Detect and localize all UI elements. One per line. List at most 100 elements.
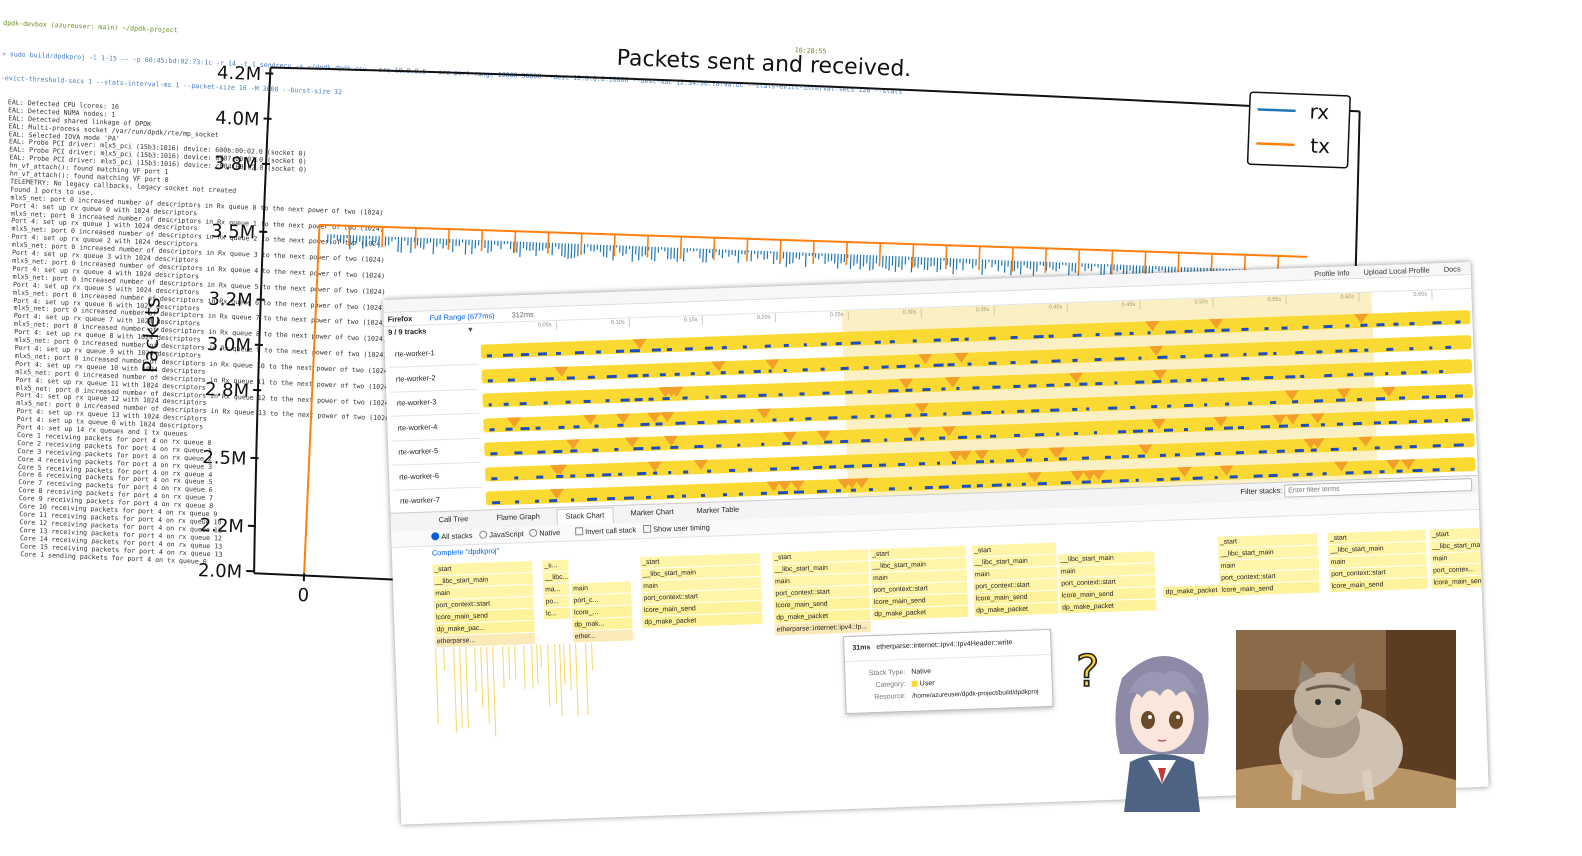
sample-mark [991, 483, 1002, 487]
sample-mark [1450, 467, 1455, 471]
stack-frame[interactable]: ma... [543, 583, 570, 596]
stack-frame[interactable]: _s... [542, 559, 569, 572]
tab-marker-table[interactable]: Marker Table [688, 504, 747, 515]
rx-data-mark [612, 245, 615, 261]
sample-mark [761, 491, 767, 495]
track-count-button[interactable]: 9 / 9 tracks ▼ [388, 325, 476, 340]
sample-mark [648, 397, 654, 401]
stack-frame[interactable]: lcore_main_send [1431, 575, 1489, 589]
firefox-logo[interactable]: Firefox [388, 314, 413, 324]
y-tick-label: 2.2M [199, 515, 244, 538]
sample-mark [1420, 370, 1428, 374]
tab-flame-graph[interactable]: Flame Graph [489, 511, 548, 523]
sample-mark [739, 369, 745, 374]
stack-sample-spike [584, 643, 589, 715]
cpu-dip-mark [583, 414, 598, 425]
sample-mark [720, 370, 726, 374]
sample-mark [802, 441, 808, 445]
cpu-dip-mark [790, 480, 806, 491]
stack-sample-spike [464, 647, 469, 729]
tab-call-tree[interactable]: Call Tree [431, 514, 477, 525]
show-user-timing-checkbox[interactable]: Show user timing [643, 523, 710, 534]
all-stacks-radio[interactable]: All stacks [431, 531, 473, 541]
stack-frame[interactable]: dp_make_packet [1059, 599, 1157, 614]
selection-crumb[interactable]: 312ms [511, 310, 533, 320]
sample-mark [1160, 453, 1167, 457]
stack-sample-spike [443, 648, 446, 670]
stack-frame[interactable]: lc... [543, 607, 571, 620]
stack-frame[interactable]: etherparse::internet::ipv4::Ip... [774, 621, 871, 636]
stack-frame[interactable]: _start [1429, 527, 1488, 541]
tx-data-mark [978, 246, 981, 271]
native-radio[interactable]: Native [529, 528, 560, 538]
stack-frame[interactable]: lcore_main_send [1329, 577, 1428, 593]
sample-mark [803, 343, 807, 347]
sample-mark [778, 393, 783, 397]
sample-mark [487, 378, 493, 382]
stack-frame[interactable]: lcore_main_send [1219, 581, 1320, 596]
sample-mark [536, 475, 544, 479]
sample-mark [884, 413, 891, 418]
javascript-radio[interactable]: JavaScript [479, 529, 524, 540]
stack-sample-spike [547, 644, 551, 707]
stack-frame[interactable]: dp_make_packet [872, 605, 969, 621]
rx-data-mark [638, 246, 640, 261]
sample-mark [684, 347, 694, 351]
sample-mark [490, 452, 498, 456]
sample-mark [1409, 322, 1415, 326]
sample-mark [1375, 396, 1386, 400]
rx-data-mark [737, 250, 740, 264]
upload-profile-button[interactable]: Upload Local Profile [1363, 265, 1429, 276]
cpu-dip-mark [1138, 443, 1153, 455]
stack-frame[interactable]: __libc_start_main [1430, 539, 1489, 553]
docs-link[interactable]: Docs [1444, 264, 1461, 274]
stack-sample-spike [513, 645, 516, 680]
stack-frame[interactable]: __libc... [542, 571, 569, 584]
stack-frame[interactable]: dp_mak... [572, 617, 633, 631]
sample-mark [1330, 447, 1339, 451]
profile-info-button[interactable]: Profile Info [1314, 268, 1350, 278]
stack-frame[interactable]: etherparse... [434, 632, 536, 648]
sample-mark [617, 423, 624, 427]
sample-mark [967, 361, 972, 366]
sample-mark [1170, 379, 1178, 383]
sample-mark [566, 375, 576, 380]
stack-frame[interactable]: dp_make_packet [974, 602, 1059, 617]
stack-frame[interactable]: main [1430, 551, 1489, 565]
stack-frame[interactable]: ether... [572, 629, 634, 643]
sample-mark [537, 450, 546, 454]
sample-mark [783, 343, 789, 348]
sample-mark [772, 417, 777, 421]
sample-mark [1258, 449, 1267, 454]
sample-mark [723, 493, 728, 497]
stack-frame[interactable]: lcore_... [571, 605, 633, 619]
tab-marker-chart[interactable]: Marker Chart [622, 507, 681, 518]
stack-frame[interactable]: dp_make_packet [1163, 584, 1228, 598]
sample-mark [682, 396, 689, 400]
rx-data-mark [519, 241, 522, 258]
sample-mark [862, 463, 872, 467]
sample-mark [1221, 328, 1231, 332]
cpu-dip-mark [1285, 389, 1300, 401]
track-timeline[interactable]: 0.05s 0.10s 0.15s 0.20s 0.25s 0.30s 0.35s 0.40s… [480, 289, 1476, 509]
rx-data-mark [631, 245, 634, 262]
invert-call-stack-checkbox[interactable]: Invert call stack [575, 525, 636, 536]
time-tick-label: 0.65s [1413, 291, 1428, 299]
tooltip-category-label: Category: [875, 680, 906, 690]
cpu-dip-mark [1177, 466, 1192, 478]
stack-frame[interactable]: po... [543, 595, 570, 608]
stack-frame[interactable]: port_contex... [1430, 563, 1489, 577]
cpu-dip-mark [918, 353, 933, 364]
stack-frame[interactable]: main [571, 581, 632, 595]
cpu-dip-mark [1358, 436, 1374, 447]
sample-mark [851, 415, 857, 419]
sample-mark [1010, 335, 1018, 340]
sample-mark [956, 386, 960, 391]
sample-mark [1360, 323, 1368, 327]
stack-frame[interactable]: port_c... [571, 593, 632, 607]
tooltip-resource: /home/azureuser/dpdk-project/build/dpdkp… [912, 688, 1039, 700]
sample-mark [879, 463, 887, 467]
full-range-crumb[interactable]: Full Range (677ms) [429, 311, 494, 322]
sample-mark [489, 427, 495, 431]
sample-mark [1095, 381, 1103, 386]
